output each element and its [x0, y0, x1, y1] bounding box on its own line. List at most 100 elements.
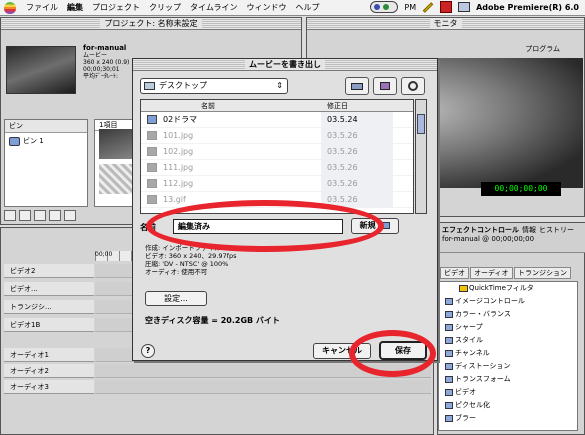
tab-video[interactable]: ビデオ [440, 267, 469, 279]
program-timecode[interactable]: 00;00;00;00 [481, 182, 561, 196]
file-row[interactable]: 111.jpg 03.5.26 [141, 160, 413, 176]
track-header[interactable]: ビデオ2 [4, 264, 94, 278]
file-date: 03.5.26 [327, 195, 358, 204]
program-label: プログラム [525, 45, 560, 53]
effects-list-item[interactable]: トランスフォーム [439, 373, 577, 386]
track-header[interactable]: ビデオ1B [4, 318, 94, 332]
effects-list-item[interactable]: ブラー [439, 412, 577, 425]
find-icon[interactable] [4, 210, 16, 221]
file-name: 102.jpg [163, 147, 194, 156]
monitor-titlebar[interactable]: モニタ [307, 18, 584, 30]
tab-history[interactable]: ヒストリー [539, 225, 574, 235]
save-button[interactable]: 保存 [379, 341, 427, 360]
apple-menu-icon[interactable] [4, 1, 16, 14]
effects-list-item[interactable]: チャンネル [439, 347, 577, 360]
tab-audio[interactable]: オーディオ [470, 267, 513, 279]
icon-view-icon[interactable] [34, 210, 46, 221]
effect-controls-header: エフェクトコントロール 情報 ヒストリー for-manual @ 00;00;… [438, 223, 585, 253]
tab-effect-controls[interactable]: エフェクトコントロール [442, 225, 519, 235]
folder-icon [445, 337, 453, 344]
file-row[interactable]: 102.jpg 03.5.26 [141, 144, 413, 160]
file-row[interactable]: 101.jpg 03.5.26 [141, 128, 413, 144]
file-browser-list: 名前 修正日 02ドラマ 03.5.24 101.jpg 03.5.26 102… [140, 99, 414, 214]
menu-help[interactable]: ヘルプ [295, 2, 319, 13]
file-name: 02ドラマ [163, 115, 198, 124]
track-lane[interactable] [95, 380, 431, 394]
file-name: 101.jpg [163, 131, 194, 140]
app-switcher-icon[interactable] [458, 2, 471, 12]
menu-edit[interactable]: 編集 [67, 2, 83, 13]
effects-list: QuickTimeフィルタ イメージコントロール カラー・バランス シャープ ス… [438, 281, 578, 431]
filename-input[interactable]: 編集済み [173, 219, 343, 234]
menu-clip[interactable]: クリップ [149, 2, 181, 13]
column-name[interactable]: 名前 [201, 100, 215, 112]
help-button[interactable]: ? [141, 344, 155, 358]
folder-icon [445, 311, 453, 318]
effect-label: トランスフォーム [455, 375, 511, 383]
track-header[interactable]: ビデオ... [4, 282, 94, 296]
menu-project[interactable]: プロジェクト [92, 2, 140, 13]
bin-item[interactable]: ビン 1 [5, 133, 87, 149]
effects-list-item[interactable]: スタイル [439, 334, 577, 347]
file-date: 03.5.24 [327, 115, 358, 124]
effects-list-item[interactable]: ディストーション [439, 360, 577, 373]
image-file-icon [147, 179, 157, 188]
menu-timeline[interactable]: タイムライン [190, 2, 237, 13]
file-row[interactable]: 112.jpg 03.5.26 [141, 176, 413, 192]
track-header[interactable]: トランジシ... [4, 300, 94, 314]
file-row[interactable]: 13.gif 03.5.26 [141, 192, 413, 208]
effects-list-item[interactable]: ビデオ [439, 386, 577, 399]
project-preview-thumbnail [6, 46, 76, 94]
dialog-titlebar[interactable]: ムービーを書き出し [133, 59, 437, 71]
image-file-icon [147, 131, 157, 140]
favorites-button[interactable] [373, 77, 397, 95]
effects-list-item[interactable]: シャープ [439, 321, 577, 334]
settings-button[interactable]: 設定... [145, 291, 207, 306]
effects-list-item[interactable]: カラー・バランス [439, 308, 577, 321]
new-folder-button[interactable]: 新規 [351, 218, 399, 234]
application-icon[interactable] [440, 1, 453, 13]
menu-file[interactable]: ファイル [26, 2, 58, 13]
track-header[interactable]: オーディオ1 [4, 348, 94, 362]
recent-button[interactable] [401, 77, 425, 95]
bin-item-label: ビン 1 [23, 137, 44, 145]
trash-icon[interactable] [64, 210, 76, 221]
folder-icon [445, 324, 453, 331]
effect-label: スタイル [455, 336, 483, 344]
disk-shortcut-button[interactable] [345, 77, 369, 95]
effects-list-item[interactable]: QuickTimeフィルタ [439, 282, 577, 295]
column-date[interactable]: 修正日 [327, 100, 348, 112]
track-header[interactable]: オーディオ2 [4, 364, 94, 378]
scrollbar-thumb[interactable] [417, 114, 425, 134]
menu-window[interactable]: ウィンドウ [246, 2, 286, 13]
effect-label: イメージコントロール [455, 297, 525, 305]
tab-info[interactable]: 情報 [522, 225, 536, 235]
effects-list-item[interactable]: イメージコントロール [439, 295, 577, 308]
effect-label: チャンネル [455, 349, 490, 357]
cancel-button[interactable]: キャンセル [313, 343, 371, 359]
file-list-scrollbar[interactable] [415, 99, 427, 214]
active-app-name[interactable]: Adobe Premiere(R) 6.0 [476, 3, 579, 12]
folder-icon [445, 402, 453, 409]
list-view-icon[interactable] [49, 210, 61, 221]
recent-items-icon [408, 81, 418, 91]
effect-label: ピクセル化 [455, 401, 490, 409]
clock-icon[interactable] [370, 1, 399, 13]
file-row[interactable]: 02ドラマ 03.5.24 [141, 112, 413, 128]
folder-icon [445, 376, 453, 383]
tab-transitions[interactable]: トランジション [514, 267, 571, 279]
effect-label: ビデオ [455, 388, 476, 396]
free-disk-space: 空きディスク容量 = 20.2GB バイト [145, 316, 280, 325]
effect-target-label: for-manual @ 00;00;00;00 [442, 235, 535, 243]
folder-icon [445, 363, 453, 370]
project-titlebar[interactable]: プロジェクト: 名称未設定 [1, 18, 301, 30]
folder-location-popup[interactable]: デスクトップ ⇕ [140, 78, 288, 94]
track-header[interactable]: オーディオ3 [4, 380, 94, 394]
pencil-icon[interactable] [422, 1, 434, 13]
new-folder-label: 新規 [359, 221, 376, 230]
new-bin-icon[interactable] [19, 210, 31, 221]
track-lane[interactable] [95, 364, 431, 378]
effect-label: シャープ [455, 323, 483, 331]
effect-label: ディストーション [455, 362, 511, 370]
effects-list-item[interactable]: ピクセル化 [439, 399, 577, 412]
